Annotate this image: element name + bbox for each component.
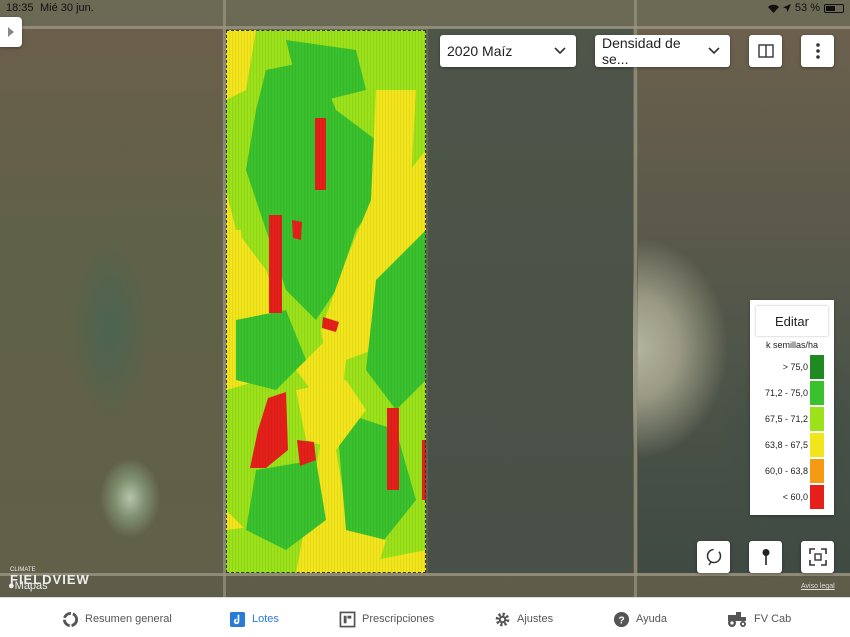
legend-row: < 60,0 — [750, 484, 834, 510]
planting-row-texture — [226, 30, 426, 573]
maps-logo: ●Mapas — [8, 580, 48, 592]
tab-label: Ajustes — [517, 613, 554, 625]
seeding-density-field[interactable] — [226, 30, 426, 573]
split-view-icon — [757, 44, 774, 58]
tab-label: Prescripciones — [362, 613, 435, 625]
season-dropdown-value: 2020 Maíz — [447, 43, 513, 59]
legend-swatch — [810, 355, 824, 379]
legend-unit: k semillas/ha — [765, 340, 819, 350]
status-date: Mié 30 jun. — [40, 2, 94, 14]
tab-label: Resumen general — [85, 613, 172, 625]
svg-text:?: ? — [618, 615, 624, 626]
legend-range-label: < 60,0 — [782, 492, 808, 502]
pin-icon — [762, 549, 769, 565]
tab-fv-cab[interactable]: FV Cab — [726, 609, 791, 629]
tab-fields[interactable]: Lotes — [229, 609, 279, 629]
legend-range-label: 67,5 - 71,2 — [764, 414, 808, 424]
fit-to-field-button[interactable] — [801, 541, 834, 573]
legend-swatch — [810, 485, 824, 509]
satellite-field-left — [0, 28, 222, 573]
tab-label: Ayuda — [636, 613, 667, 625]
chevron-right-icon — [8, 27, 14, 37]
tab-label: Lotes — [252, 613, 279, 625]
overview-ring-icon — [62, 611, 79, 627]
prescriptions-icon — [339, 611, 356, 627]
fit-bounds-icon — [808, 548, 827, 566]
layer-dropdown[interactable]: Densidad de se... — [595, 35, 730, 67]
road — [0, 573, 850, 576]
legend-row: 63,8 - 67,5 — [750, 432, 834, 458]
legend-range-label: 60,0 - 63,8 — [764, 466, 808, 476]
fields-icon — [229, 611, 246, 627]
legend-row: 67,5 - 71,2 — [750, 406, 834, 432]
maps-logo-text: Mapas — [14, 580, 48, 592]
legend-swatch — [810, 407, 824, 431]
edit-legend-button[interactable]: Editar — [756, 306, 828, 336]
legend-range-label: > 75,0 — [782, 362, 808, 372]
more-vertical-icon — [815, 43, 820, 59]
legal-notice-link[interactable]: Aviso legal — [801, 583, 835, 590]
chevron-down-icon — [554, 47, 566, 55]
road — [0, 26, 850, 29]
legend-range-label: 71,2 - 75,0 — [764, 388, 808, 398]
battery-percent: 53 % — [794, 2, 820, 14]
split-view-button[interactable] — [749, 35, 782, 67]
legend-row: 60,0 - 63,8 — [750, 458, 834, 484]
wifi-icon — [767, 4, 779, 13]
more-options-button[interactable] — [801, 35, 834, 67]
apple-logo-icon: ● — [8, 580, 15, 592]
legend-row: 71,2 - 75,0 — [750, 380, 834, 406]
status-time: 18:35 — [6, 2, 34, 14]
legend-swatch — [810, 381, 824, 405]
gear-icon — [495, 612, 510, 626]
status-indicators: 53 % — [767, 2, 844, 14]
tractor-icon — [728, 611, 746, 627]
tab-settings[interactable]: Ajustes — [494, 609, 553, 629]
tab-overview[interactable]: Resumen general — [62, 609, 172, 629]
drop-pin-button[interactable] — [749, 541, 782, 573]
status-bar: 18:35 Mié 30 jun. 53 % — [0, 0, 850, 16]
tab-help[interactable]: ? Ayuda — [613, 609, 667, 629]
help-icon: ? — [613, 611, 630, 627]
tab-prescriptions[interactable]: Prescripciones — [339, 609, 434, 629]
tab-label: FV Cab — [754, 613, 792, 625]
road — [634, 0, 637, 597]
density-legend: Editar k semillas/ha > 75,0 71,2 - 75,0 … — [750, 300, 834, 515]
battery-icon — [824, 3, 844, 13]
satellite-map[interactable] — [0, 0, 850, 597]
lasso-icon — [706, 548, 721, 566]
lasso-button[interactable] — [697, 541, 730, 573]
legend-range-label: 63,8 - 67,5 — [764, 440, 808, 450]
bottom-tab-bar: Resumen general Lotes Prescripciones Aju… — [0, 597, 850, 637]
legend-swatch — [810, 459, 824, 483]
legend-swatch — [810, 433, 824, 457]
sidebar-toggle-button[interactable] — [0, 17, 22, 47]
chevron-down-icon — [708, 47, 720, 55]
layer-dropdown-value: Densidad de se... — [602, 35, 681, 67]
satellite-field-right — [428, 28, 633, 573]
season-dropdown[interactable]: 2020 Maíz — [440, 35, 576, 67]
legend-row: > 75,0 — [750, 354, 834, 380]
location-arrow-icon — [782, 4, 791, 12]
